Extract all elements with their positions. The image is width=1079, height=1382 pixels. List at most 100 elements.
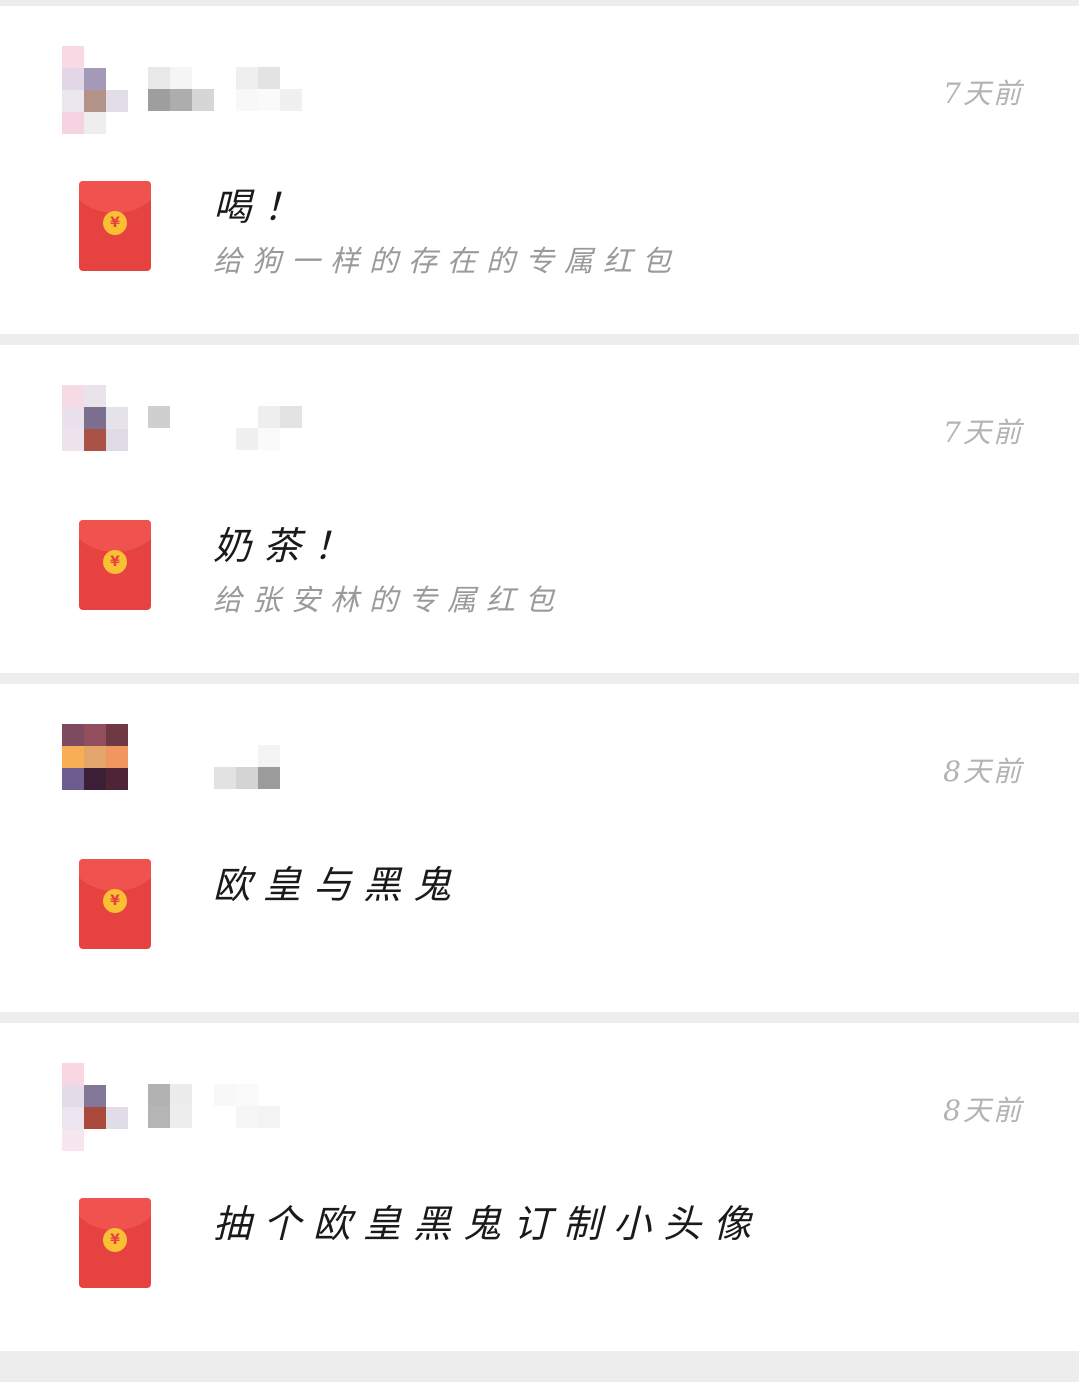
post-title: 奶茶！: [213, 524, 364, 568]
mosaic-cell: [280, 406, 302, 428]
mosaic-cell: [236, 767, 258, 789]
mosaic-cell: [214, 428, 236, 450]
mosaic-cell: [192, 1106, 214, 1128]
mosaic-cell: [62, 451, 84, 473]
post-subtitle: 给狗一样的存在的专属红包: [213, 244, 682, 278]
mosaic-cell: [84, 1085, 106, 1107]
coin-icon: ¥: [103, 889, 127, 913]
mosaic-cell: [302, 745, 324, 767]
nickname-blurred: [148, 67, 324, 111]
mosaic-cell: [106, 1107, 128, 1129]
post-time: 7天前: [943, 77, 1023, 110]
post-time: 8天前: [943, 1094, 1023, 1127]
mosaic-cell: [106, 385, 128, 407]
mosaic-cell: [84, 1129, 106, 1151]
mosaic-cell: [258, 745, 280, 767]
mosaic-cell: [84, 724, 106, 746]
list-item[interactable]: 8天前 ¥ 欧皇与黑鬼: [0, 684, 1079, 1012]
mosaic-cell: [106, 1129, 128, 1151]
post-time: 7天前: [943, 416, 1023, 449]
mosaic-cell: [192, 89, 214, 111]
mosaic-cell: [148, 1084, 170, 1106]
mosaic-cell: [258, 767, 280, 789]
mosaic-cell: [84, 407, 106, 429]
mosaic-cell: [148, 1106, 170, 1128]
mosaic-cell: [236, 1084, 258, 1106]
red-envelope-icon[interactable]: ¥: [79, 520, 151, 610]
mosaic-cell: [62, 768, 84, 790]
mosaic-cell: [62, 1129, 84, 1151]
post-title: 抽个欧皇黑鬼订制小头像: [213, 1202, 764, 1246]
mosaic-cell: [62, 746, 84, 768]
avatar[interactable]: [62, 1063, 128, 1151]
mosaic-cell: [62, 46, 84, 68]
mosaic-cell: [148, 67, 170, 89]
mosaic-cell: [106, 407, 128, 429]
mosaic-cell: [302, 67, 324, 89]
mosaic-cell: [84, 790, 106, 812]
mosaic-cell: [236, 428, 258, 450]
mosaic-cell: [106, 1063, 128, 1085]
mosaic-cell: [236, 89, 258, 111]
mosaic-cell: [62, 429, 84, 451]
coin-icon: ¥: [103, 211, 127, 235]
mosaic-cell: [62, 90, 84, 112]
mosaic-cell: [236, 67, 258, 89]
mosaic-cell: [148, 745, 170, 767]
red-envelope-icon[interactable]: ¥: [79, 859, 151, 949]
mosaic-cell: [84, 112, 106, 134]
list-item[interactable]: 7天前 ¥ 奶茶！ 给张安林的专属红包: [0, 345, 1079, 673]
mosaic-cell: [214, 745, 236, 767]
mosaic-cell: [302, 767, 324, 789]
post-title: 欧皇与黑鬼: [213, 863, 464, 907]
coin-icon: ¥: [103, 550, 127, 574]
mosaic-cell: [84, 1107, 106, 1129]
mosaic-cell: [62, 1085, 84, 1107]
mosaic-cell: [258, 89, 280, 111]
mosaic-cell: [84, 68, 106, 90]
mosaic-cell: [302, 406, 324, 428]
mosaic-cell: [258, 67, 280, 89]
mosaic-cell: [302, 428, 324, 450]
mosaic-cell: [148, 89, 170, 111]
list-item[interactable]: 8天前 ¥ 抽个欧皇黑鬼订制小头像: [0, 1023, 1079, 1351]
mosaic-cell: [192, 428, 214, 450]
list-item[interactable]: 7天前 ¥ 喝！ 给狗一样的存在的专属红包: [0, 6, 1079, 334]
mosaic-cell: [84, 768, 106, 790]
mosaic-cell: [170, 428, 192, 450]
mosaic-cell: [84, 385, 106, 407]
nickname-blurred: [148, 1084, 324, 1128]
mosaic-cell: [106, 451, 128, 473]
mosaic-cell: [258, 1084, 280, 1106]
mosaic-cell: [106, 746, 128, 768]
mosaic-cell: [106, 724, 128, 746]
mosaic-cell: [214, 406, 236, 428]
avatar[interactable]: [62, 46, 128, 134]
mosaic-cell: [84, 451, 106, 473]
mosaic-cell: [302, 89, 324, 111]
mosaic-cell: [62, 790, 84, 812]
mosaic-cell: [280, 1106, 302, 1128]
nickname-blurred: [148, 406, 324, 450]
mosaic-cell: [106, 90, 128, 112]
mosaic-cell: [192, 767, 214, 789]
mosaic-cell: [62, 112, 84, 134]
mosaic-cell: [62, 407, 84, 429]
avatar[interactable]: [62, 385, 128, 473]
mosaic-cell: [106, 790, 128, 812]
mosaic-cell: [258, 428, 280, 450]
mosaic-cell: [236, 406, 258, 428]
red-envelope-icon[interactable]: ¥: [79, 1198, 151, 1288]
mosaic-cell: [302, 1084, 324, 1106]
mosaic-cell: [84, 90, 106, 112]
mosaic-cell: [62, 1063, 84, 1085]
envelope-flap: [79, 181, 151, 213]
post-subtitle: 给张安林的专属红包: [213, 583, 565, 617]
mosaic-cell: [236, 1106, 258, 1128]
mosaic-cell: [106, 1085, 128, 1107]
avatar[interactable]: [62, 724, 128, 812]
mosaic-cell: [170, 767, 192, 789]
red-envelope-icon[interactable]: ¥: [79, 181, 151, 271]
mosaic-cell: [148, 406, 170, 428]
mosaic-cell: [280, 428, 302, 450]
